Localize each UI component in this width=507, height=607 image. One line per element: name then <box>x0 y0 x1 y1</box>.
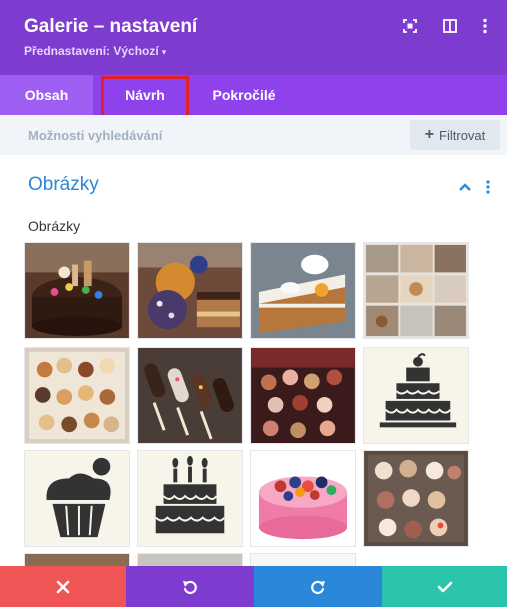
tab-bar: Obsah Návrh Pokročilé <box>0 75 507 115</box>
undo-icon <box>183 580 197 594</box>
filter-button[interactable]: + Filtrovat <box>410 120 500 150</box>
birthday-cake-icon[interactable] <box>137 450 243 547</box>
save-button[interactable] <box>382 566 507 607</box>
tab-pokrocile[interactable]: Pokročilé <box>195 75 293 115</box>
redo-button[interactable] <box>254 566 382 607</box>
discard-button[interactable] <box>0 566 126 607</box>
plus-icon: + <box>424 126 435 143</box>
tiered-cake-icon[interactable] <box>363 347 469 444</box>
redo-icon <box>311 580 325 594</box>
filter-label: Filtrovat <box>439 127 486 143</box>
close-icon <box>56 580 70 593</box>
cookies-box-photo[interactable] <box>24 347 130 444</box>
check-icon <box>437 581 452 592</box>
caret-down-icon: ▾ <box>161 47 167 57</box>
desserts-photo[interactable] <box>137 242 243 339</box>
tab-highlight-box <box>101 76 189 118</box>
chocolate-cake-photo[interactable] <box>24 242 130 339</box>
collage-photo[interactable] <box>363 242 469 339</box>
sidebar-layout-icon[interactable] <box>442 18 458 34</box>
action-footer <box>0 566 507 607</box>
section-title[interactable]: Obrázky <box>28 174 99 196</box>
chocolate-pops-photo[interactable] <box>137 347 243 444</box>
cupcakes-box-photo[interactable] <box>363 450 469 547</box>
fullscreen-icon[interactable] <box>402 18 418 34</box>
more-options-icon[interactable] <box>477 18 493 34</box>
settings-header: Galerie – nastavení Přednastavení: Výcho… <box>0 0 507 75</box>
tab-obsah[interactable]: Obsah <box>0 75 93 115</box>
section-more-icon[interactable] <box>484 179 492 195</box>
berry-cake-photo[interactable] <box>250 450 356 547</box>
chevron-up-icon[interactable] <box>458 180 472 192</box>
search-bar: + Filtrovat <box>0 115 507 155</box>
preset-label: Přednastavení: Výchozí <box>24 44 159 58</box>
search-options-input[interactable] <box>0 115 400 155</box>
preset-selector[interactable]: Přednastavení: Výchozí ▾ <box>24 44 166 58</box>
chocolates-photo[interactable] <box>250 347 356 444</box>
cupcake-icon[interactable] <box>24 450 130 547</box>
undo-button[interactable] <box>126 566 254 607</box>
images-field-label: Obrázky <box>28 218 81 234</box>
cake-slice-photo[interactable] <box>250 242 356 339</box>
modal-title: Galerie – nastavení <box>24 16 198 37</box>
